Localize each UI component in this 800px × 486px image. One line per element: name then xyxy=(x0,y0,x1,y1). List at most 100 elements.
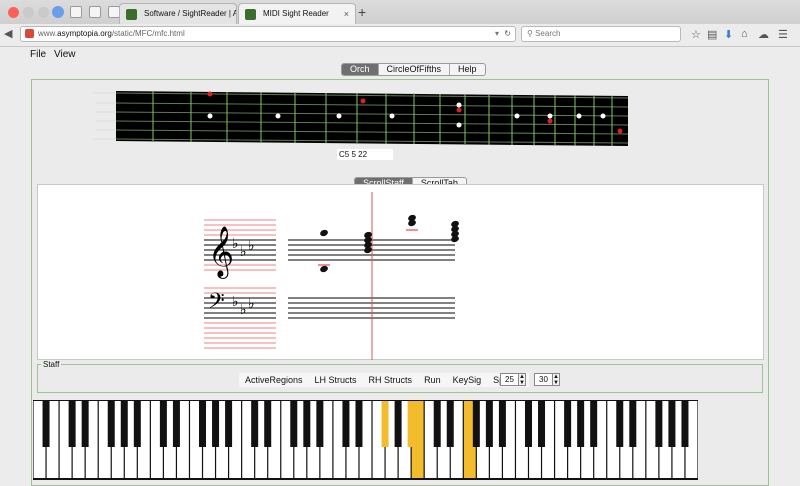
piano-black-key[interactable] xyxy=(524,401,532,447)
active-note xyxy=(547,118,553,124)
note-head xyxy=(320,229,328,237)
pinned-tab-sidebar-icon[interactable] xyxy=(70,6,82,18)
staff-button-row: ActiveRegions LH Structs RH Structs Run … xyxy=(239,373,529,387)
browser-tab-midi[interactable]: MIDI Sight Reader × xyxy=(238,3,356,24)
staff-notation: 𝄞 𝄢 ♭ ♭ ♭ ♭ ♭ ♭ xyxy=(204,192,459,360)
pinned-tab-page-icon[interactable] xyxy=(89,6,101,18)
tab-help[interactable]: Help xyxy=(450,64,485,75)
piano-black-key[interactable] xyxy=(303,401,311,447)
piano-black-key[interactable] xyxy=(355,401,363,447)
piano-black-key[interactable] xyxy=(668,401,676,447)
tab-title: Software / SightReader | A... xyxy=(144,9,237,18)
menu-icon[interactable]: ☰ xyxy=(778,28,788,41)
fretboard-readout: C5 5 22 xyxy=(337,149,393,160)
piano-black-key[interactable] xyxy=(538,401,546,447)
piano-black-key[interactable] xyxy=(264,401,272,447)
piano-black-key[interactable] xyxy=(172,401,180,447)
rh-structs-button[interactable]: RH Structs xyxy=(363,373,419,387)
piano-black-key[interactable] xyxy=(381,401,389,447)
fret-marker xyxy=(547,113,553,119)
reload-icon[interactable]: ↻ xyxy=(504,27,511,41)
url-domain: asymptopia.org xyxy=(57,29,112,38)
pinned-tab-icon[interactable] xyxy=(52,6,64,18)
home-icon[interactable]: ⌂ xyxy=(741,28,748,40)
key-flat-icon: ♭ xyxy=(232,236,239,252)
piano-black-key[interactable] xyxy=(81,401,89,447)
white-keys xyxy=(33,401,698,478)
url-prefix: www. xyxy=(38,29,58,38)
url-bar[interactable]: www.asymptopia.org/static/MFC/mfc.html ▾… xyxy=(20,26,516,42)
spinner-1-arrows-icon[interactable]: ▲ ▼ xyxy=(519,373,526,386)
downloads-icon[interactable]: ⬇ xyxy=(724,28,733,41)
piano-black-key[interactable] xyxy=(629,401,637,447)
piano-black-key[interactable] xyxy=(316,401,324,447)
dropdown-icon[interactable]: ▾ xyxy=(495,27,499,41)
piano-black-key[interactable] xyxy=(199,401,207,447)
piano-black-key[interactable] xyxy=(107,401,115,447)
piano-black-key[interactable] xyxy=(433,401,441,447)
piano-black-key[interactable] xyxy=(446,401,454,447)
spinner-2-arrows-icon[interactable]: ▲ ▼ xyxy=(553,373,560,386)
menu-file[interactable]: File xyxy=(30,49,46,60)
note-head xyxy=(320,265,328,273)
active-regions-button[interactable]: ActiveRegions xyxy=(239,373,309,387)
app-menubar: File View xyxy=(0,46,800,62)
piano-black-key[interactable] xyxy=(68,401,76,447)
menu-view[interactable]: View xyxy=(54,49,76,60)
fret-marker xyxy=(600,113,606,119)
new-tab-button[interactable]: + xyxy=(358,4,366,20)
key-flat-icon: ♭ xyxy=(240,244,247,260)
minimize-window-icon[interactable] xyxy=(23,7,34,18)
piano-black-key[interactable] xyxy=(290,401,298,447)
reading-list-icon[interactable]: ▤ xyxy=(707,28,717,41)
piano-black-key[interactable] xyxy=(655,401,663,447)
browser-tab-software[interactable]: Software / SightReader | A... xyxy=(119,3,237,24)
search-icon: ⚲ xyxy=(527,29,533,38)
piano-black-key[interactable] xyxy=(590,401,598,447)
tab-title: MIDI Sight Reader xyxy=(263,9,329,18)
back-icon[interactable]: ◀ xyxy=(4,27,12,40)
close-tab-icon[interactable]: × xyxy=(344,4,349,24)
favicon-icon xyxy=(126,9,137,20)
bass-clef-icon: 𝄢 xyxy=(208,289,225,319)
fret-marker xyxy=(207,113,213,119)
lh-structs-button[interactable]: LH Structs xyxy=(309,373,363,387)
spinner-1-value[interactable]: 25 xyxy=(500,373,519,386)
piano-black-key[interactable] xyxy=(251,401,259,447)
piano-black-key[interactable] xyxy=(485,401,493,447)
fretboard[interactable] xyxy=(92,88,634,150)
piano-black-key[interactable] xyxy=(342,401,350,447)
search-input[interactable]: ⚲ Search xyxy=(521,26,681,42)
piano-black-key[interactable] xyxy=(616,401,624,447)
run-button[interactable]: Run xyxy=(418,373,447,387)
piano-black-key[interactable] xyxy=(225,401,233,447)
piano-black-key[interactable] xyxy=(407,401,415,447)
url-path: /static/MFC/mfc.html xyxy=(111,29,185,38)
piano-black-key[interactable] xyxy=(472,401,480,447)
piano-black-key[interactable] xyxy=(564,401,572,447)
zoom-window-icon[interactable] xyxy=(38,7,49,18)
spinner-2-value[interactable]: 30 xyxy=(534,373,553,386)
tab-orch[interactable]: Orch xyxy=(342,64,379,75)
piano-keyboard[interactable] xyxy=(33,400,698,480)
spinner-1[interactable]: 25 ▲ ▼ xyxy=(500,373,526,386)
browser-tab-bar: Software / SightReader | A... MIDI Sight… xyxy=(0,0,800,25)
spinner-2[interactable]: 30 ▲ ▼ xyxy=(534,373,560,386)
site-icon xyxy=(25,29,34,38)
piano-black-key[interactable] xyxy=(42,401,50,447)
chat-icon[interactable]: ☁ xyxy=(758,28,769,41)
close-window-icon[interactable] xyxy=(8,7,19,18)
fret-marker xyxy=(456,102,462,108)
piano-black-key[interactable] xyxy=(394,401,402,447)
piano-black-key[interactable] xyxy=(498,401,506,447)
piano-black-key[interactable] xyxy=(120,401,128,447)
piano-black-key[interactable] xyxy=(681,401,689,447)
tab-circle-of-fifths[interactable]: CircleOfFifths xyxy=(379,64,451,75)
piano-black-key[interactable] xyxy=(133,401,141,447)
piano-black-key[interactable] xyxy=(577,401,585,447)
key-flat-icon: ♭ xyxy=(248,238,255,254)
bookmark-star-icon[interactable]: ☆ xyxy=(691,28,701,41)
piano-black-key[interactable] xyxy=(159,401,167,447)
piano-black-key[interactable] xyxy=(212,401,220,447)
keysig-button[interactable]: KeySig xyxy=(447,373,488,387)
